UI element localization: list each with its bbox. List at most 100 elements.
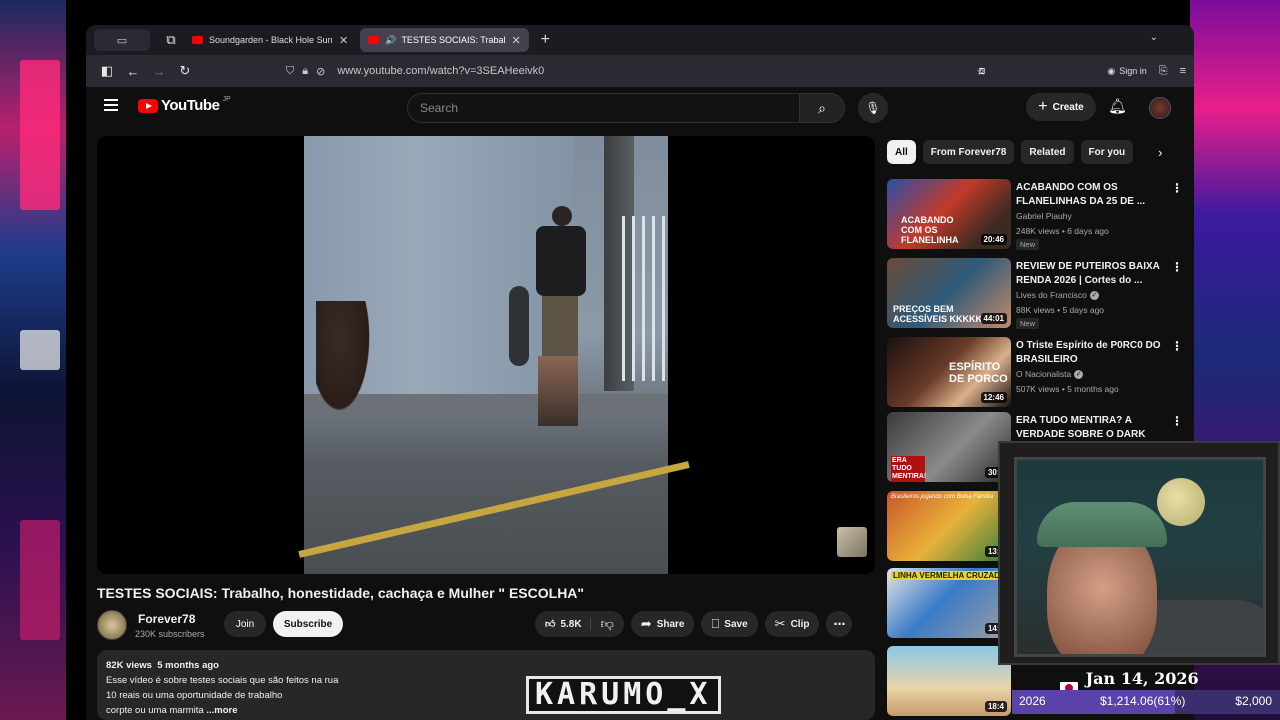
shield-icon[interactable]: ⛉ (286, 65, 294, 78)
like-count: 5.8K (560, 618, 582, 630)
recommendation-title[interactable]: REVIEW DE PUTEIROS BAIXA RENDA 2026 | Co… (1016, 260, 1161, 288)
close-tab-icon[interactable]: ✕ (511, 34, 520, 47)
more-actions-icon[interactable]: ⋯ (826, 611, 853, 637)
voice-search-button[interactable]: 🎙︎ (858, 93, 888, 123)
video-thumbnail[interactable]: Brasileiros jogando com Bolsa Família 13… (887, 491, 1011, 561)
sidebar-toggle-icon[interactable]: ▭ (94, 29, 150, 51)
background-neon-left (0, 0, 66, 720)
tab-list-icon[interactable]: ⧉ (158, 32, 184, 48)
channel-watermark-icon[interactable] (837, 527, 867, 557)
chip-related[interactable]: Related (1021, 140, 1074, 164)
toolbar: ◧ ← → ↻ ⛉ 🔒︎ ⊘ www.youtube.com/watch?v=3… (86, 55, 1194, 87)
logo-text: YouTube (161, 97, 220, 114)
region-code: JP (222, 96, 231, 103)
moon-decoration (1157, 478, 1205, 526)
subscribe-button[interactable]: Subscribe (273, 611, 343, 637)
microphone-icon: 🎙︎ (865, 101, 881, 115)
clip-button[interactable]: ✂ Clip (764, 611, 820, 637)
youtube-header: YouTube JP Search ⌕ 🎙︎ + Create 🔔︎ (86, 87, 1194, 127)
verified-icon: ✓ (1089, 290, 1099, 300)
share-button[interactable]: ➦ Share (630, 611, 695, 637)
bookmark-star-icon[interactable]: ☆ (976, 65, 986, 78)
video-frame[interactable] (298, 136, 690, 574)
list-item[interactable]: PREÇOS BEM ACESSÍVEIS KKKKK 44:01 REVIEW… (887, 258, 1187, 329)
recommendation-meta: 507K views • 5 months ago (1016, 384, 1119, 394)
chip-from-channel[interactable]: From Forever78 (922, 140, 1015, 164)
list-item[interactable]: ACABANDO COM OS FLANELINHA 20:46 ACABAND… (887, 179, 1187, 250)
video-thumbnail[interactable]: ERA TUDO MENTIRA! 30:5 (887, 412, 1011, 482)
filter-chips: All From Forever78 Related For you › (887, 140, 1187, 164)
channel-name[interactable]: Forever78 (138, 612, 195, 626)
show-more-link[interactable]: ...more (206, 705, 237, 716)
more-vert-icon[interactable]: ⋮ (1171, 414, 1183, 428)
recommendation-channel[interactable]: O Nacionalista ✓ (1016, 369, 1084, 379)
plus-icon: + (1038, 98, 1048, 115)
youtube-favicon-icon (368, 36, 380, 44)
streamer-watermark: KARUMO_X (526, 676, 721, 714)
video-thumbnail[interactable]: 18:4 (887, 646, 1011, 716)
back-icon[interactable]: ← (120, 64, 146, 79)
goal-current: $1,214.06(61%) (1100, 694, 1186, 708)
create-button[interactable]: + Create (1026, 93, 1096, 121)
video-thumbnail[interactable]: ACABANDO COM OS FLANELINHA 20:46 (887, 179, 1011, 249)
list-item[interactable]: ESPÍRITO DE PORCO 12:46 O Triste Espírit… (887, 337, 1187, 407)
hamburger-menu-icon[interactable] (104, 99, 118, 111)
video-thumbnail[interactable]: ESPÍRITO DE PORCO 12:46 (887, 337, 1011, 407)
thumbs-down-icon: 👎︎ (600, 616, 614, 631)
sign-in-button[interactable]: ◉ Sign in (1107, 66, 1146, 77)
search-input[interactable]: Search (407, 93, 800, 123)
duration-badge: 18:4 (984, 701, 1007, 712)
menu-icon[interactable]: ≡ (1180, 65, 1186, 77)
recommendation-title[interactable]: ERA TUDO MENTIRA? A VERDADE SOBRE O DARK… (1016, 414, 1161, 442)
walking-person (524, 206, 596, 426)
like-dislike-group: 👍︎ 5.8K 👎︎ (535, 611, 624, 637)
avatar[interactable] (1149, 97, 1171, 119)
channel-avatar[interactable] (97, 610, 127, 640)
more-vert-icon[interactable]: ⋮ (1171, 260, 1183, 274)
stage: ▭ ⧉ Soundgarden - Black Hole Sun ✕ 🔊 TES… (0, 0, 1280, 720)
reload-icon[interactable]: ↻ (172, 63, 198, 79)
video-player[interactable] (97, 136, 875, 574)
audio-playing-icon[interactable]: 🔊 (385, 35, 396, 46)
recommendation-channel[interactable]: Gabriel Piauhy (1016, 211, 1072, 221)
description-box[interactable]: 82K views 5 months ago Esse vídeo é sobr… (97, 650, 875, 720)
url-text[interactable]: www.youtube.com/watch?v=3SEAHeeivk0 (337, 65, 544, 77)
create-label: Create (1052, 101, 1084, 113)
forward-icon[interactable]: → (146, 64, 172, 79)
join-button[interactable]: Join (224, 611, 266, 637)
youtube-play-icon (138, 98, 158, 113)
address-bar[interactable]: ⛉ 🔒︎ ⊘ www.youtube.com/watch?v=3SEAHeeiv… (276, 59, 984, 83)
close-tab-icon[interactable]: ✕ (339, 34, 348, 47)
like-button[interactable]: 👍︎ 5.8K (535, 618, 591, 630)
bookmark-icon: ⎕ (711, 616, 720, 631)
lock-icon[interactable]: 🔒︎ (302, 65, 308, 78)
new-tab-icon[interactable]: + (541, 31, 550, 49)
more-vert-icon[interactable]: ⋮ (1171, 339, 1183, 353)
chevron-down-icon[interactable]: ⌄ (1150, 32, 1158, 43)
description-line: 10 reais ou uma oportunidade de trabalho (106, 690, 283, 701)
recommendation-channel[interactable]: Lives do Francisco ✓ (1016, 290, 1099, 300)
video-actions: 👍︎ 5.8K 👎︎ ➦ Share ⎕ Save ✂ Clip ⋯ (535, 611, 853, 637)
tab-soundgarden[interactable]: Soundgarden - Black Hole Sun ✕ (184, 28, 356, 52)
recommendation-title[interactable]: ACABANDO COM OS FLANELINHAS DA 25 DE ... (1016, 181, 1161, 209)
share-icon: ➦ (640, 616, 652, 631)
chip-all[interactable]: All (887, 140, 916, 164)
autoplay-blocked-icon[interactable]: ⊘ (316, 65, 325, 78)
video-thumbnail[interactable]: LINHA VERMELHA CRUZADA 14:3 (887, 568, 1011, 638)
save-button[interactable]: ⎕ Save (701, 611, 758, 637)
search-button[interactable]: ⌕ (799, 93, 845, 123)
related-sidebar: All From Forever78 Related For you › ACA… (887, 140, 1187, 716)
sidebar-icon[interactable]: ◧ (94, 63, 120, 79)
video-thumbnail[interactable]: PREÇOS BEM ACESSÍVEIS KKKKK 44:01 (887, 258, 1011, 328)
youtube-logo[interactable]: YouTube JP (138, 96, 231, 114)
dislike-button[interactable]: 👎︎ (591, 616, 624, 632)
extensions-icon[interactable]: ⎘ (1159, 65, 1168, 78)
chip-for-you[interactable]: For you (1080, 140, 1134, 164)
tab-testes-sociais[interactable]: 🔊 TESTES SOCIAIS: Trabalho ✕ (360, 28, 529, 52)
more-vert-icon[interactable]: ⋮ (1171, 181, 1183, 195)
description-line: Esse vídeo é sobre testes sociais que sã… (106, 675, 339, 686)
recommendation-title[interactable]: O Triste Espírito de P0RC0 DO BRASILEIRO (1016, 339, 1161, 367)
duration-badge: 12:46 (980, 392, 1007, 403)
notifications-bell-icon[interactable]: 🔔︎ (1108, 97, 1127, 115)
chevron-right-icon[interactable]: › (1158, 145, 1162, 160)
